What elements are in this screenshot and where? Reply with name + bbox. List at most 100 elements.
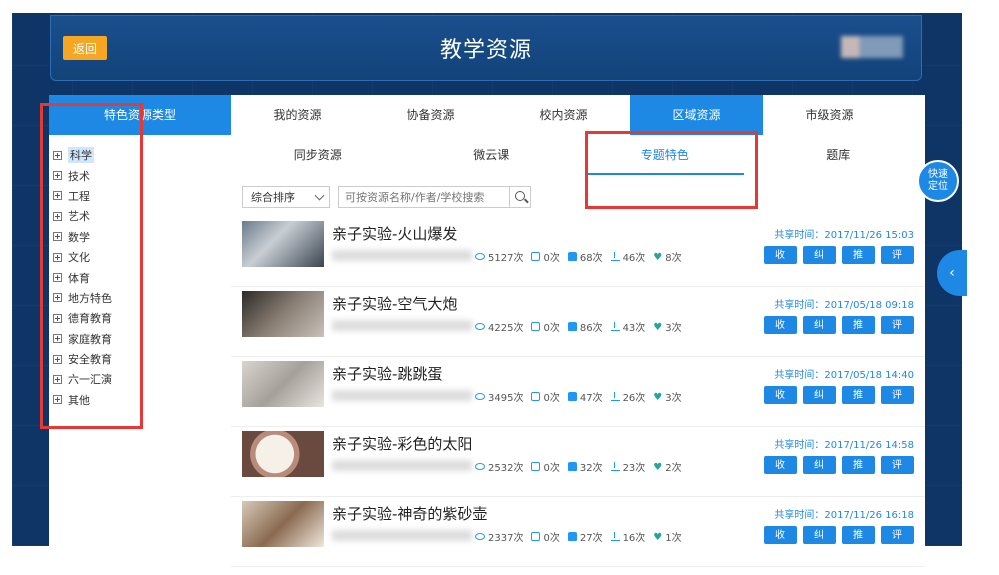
subtab-2[interactable]: 专题特色: [578, 135, 752, 175]
action-button-0[interactable]: 收藏: [764, 526, 797, 559]
sidebar-item[interactable]: 其他: [49, 390, 230, 410]
action-button-3[interactable]: 评论: [881, 316, 914, 349]
resource-thumbnail[interactable]: [242, 221, 324, 267]
sidebar-item-label: 地方特色: [68, 291, 112, 305]
action-button-1[interactable]: 纠错: [803, 246, 836, 279]
sidebar-item[interactable]: 科学: [49, 145, 230, 165]
resource-title[interactable]: 亲子实验-跳跳蛋: [332, 363, 442, 384]
tab-2[interactable]: 协备资源: [364, 95, 497, 135]
resource-title[interactable]: 亲子实验-彩色的太阳: [332, 433, 472, 454]
like-count: 68次: [579, 253, 603, 264]
resource-title[interactable]: 亲子实验-空气大炮: [332, 293, 457, 314]
action-buttons: 收藏 纠错 推荐 评论: [758, 456, 914, 489]
avatar[interactable]: [841, 36, 903, 58]
download-count: 46次: [622, 253, 646, 264]
resource-title[interactable]: 亲子实验-神奇的紫砂壶: [332, 503, 487, 524]
resource-thumbnail[interactable]: [242, 501, 324, 547]
sidebar-item[interactable]: 家庭教育: [49, 329, 230, 349]
action-buttons: 收藏 纠错 推荐 评论: [758, 526, 914, 559]
expand-plus-icon[interactable]: [53, 334, 62, 344]
sidebar-item-label: 其他: [68, 393, 90, 407]
action-button-1[interactable]: 纠错: [803, 456, 836, 489]
favorite-count: 2次: [665, 463, 682, 474]
sidebar-item[interactable]: 德育教育: [49, 308, 230, 328]
expand-plus-icon[interactable]: [53, 395, 62, 405]
search-icon[interactable]: [509, 186, 531, 208]
expand-plus-icon[interactable]: [53, 354, 62, 364]
tab-4[interactable]: 区域资源: [630, 95, 763, 135]
list-item[interactable]: 亲子实验-空气大炮 4225次 0次 86次 43次 ♥ 3次 共享时间：2017/05/18…: [231, 287, 925, 357]
resource-thumbnail[interactable]: [242, 361, 324, 407]
resource-stats: 2532次 0次 32次 23次 ♥ 2次: [475, 459, 690, 474]
action-button-1[interactable]: 纠错: [803, 316, 836, 349]
expand-plus-icon[interactable]: [53, 273, 62, 283]
check-count: 0次: [543, 533, 560, 544]
list-item[interactable]: 亲子实验-跳跳蛋 3495次 0次 47次 26次 ♥ 3次 共享时间：2017/05/18 …: [231, 357, 925, 427]
action-button-2[interactable]: 推荐: [842, 386, 875, 419]
expand-plus-icon[interactable]: [53, 374, 62, 384]
resource-thumbnail[interactable]: [242, 291, 324, 337]
sub-tab-bar: 同步资源 微云课 专题特色 题库: [231, 135, 925, 175]
search-input[interactable]: [338, 186, 510, 208]
sort-label: 综合排序: [251, 191, 295, 204]
action-button-0[interactable]: 收藏: [764, 456, 797, 489]
sidebar-item-label: 工程: [68, 189, 90, 203]
tab-5[interactable]: 市级资源: [763, 95, 896, 135]
expand-plus-icon[interactable]: [53, 191, 62, 201]
check-count: 0次: [543, 393, 560, 404]
action-button-1[interactable]: 纠错: [803, 526, 836, 559]
sort-select[interactable]: 综合排序: [242, 186, 330, 208]
action-button-2[interactable]: 推荐: [842, 316, 875, 349]
tab-0[interactable]: 特色资源类型: [49, 95, 231, 135]
sidebar-item[interactable]: 安全教育: [49, 349, 230, 369]
download-icon: [610, 252, 620, 261]
quick-locate-button[interactable]: 快速 定位: [917, 160, 959, 202]
thumbs-up-icon: [567, 392, 577, 401]
subtab-3[interactable]: 题库: [752, 135, 926, 175]
action-button-3[interactable]: 评论: [881, 386, 914, 419]
action-button-2[interactable]: 推荐: [842, 526, 875, 559]
sidebar-item[interactable]: 六一汇演: [49, 369, 230, 389]
view-count: 4225次: [488, 323, 524, 334]
expand-plus-icon[interactable]: [53, 313, 62, 323]
sidebar-item[interactable]: 地方特色: [49, 288, 230, 308]
check-icon: [531, 392, 541, 401]
expand-plus-icon[interactable]: [53, 211, 62, 221]
resource-thumbnail[interactable]: [242, 431, 324, 477]
resource-title[interactable]: 亲子实验-火山爆发: [332, 223, 457, 244]
expand-plus-icon[interactable]: [53, 150, 62, 160]
expand-plus-icon[interactable]: [53, 293, 62, 303]
chevron-down-icon: [314, 190, 325, 201]
sidebar-item[interactable]: 艺术: [49, 206, 230, 226]
list-item[interactable]: 亲子实验-神奇的紫砂壶 2337次 0次 27次 16次 ♥ 1次 共享时间：2017/11/…: [231, 497, 925, 567]
action-button-1[interactable]: 纠错: [803, 386, 836, 419]
tab-1[interactable]: 我的资源: [231, 95, 364, 135]
list-item[interactable]: 亲子实验-火山爆发 5127次 0次 68次 46次 ♥ 8次 共享时间：2017/11/26…: [231, 217, 925, 287]
tab-3[interactable]: 校内资源: [497, 95, 630, 135]
subtab-0[interactable]: 同步资源: [231, 135, 405, 175]
sidebar-item[interactable]: 文化: [49, 247, 230, 267]
action-button-3[interactable]: 评论: [881, 456, 914, 489]
action-button-0[interactable]: 收藏: [764, 316, 797, 349]
action-button-2[interactable]: 推荐: [842, 246, 875, 279]
action-button-3[interactable]: 评论: [881, 246, 914, 279]
author-info-blurred: [332, 460, 472, 471]
list-item[interactable]: 亲子实验-彩色的太阳 2532次 0次 32次 23次 ♥ 2次 共享时间：2017/11/2…: [231, 427, 925, 497]
action-buttons: 收藏 纠错 推荐 评论: [758, 386, 914, 419]
expand-plus-icon[interactable]: [53, 252, 62, 262]
action-button-0[interactable]: 收藏: [764, 386, 797, 419]
action-button-3[interactable]: 评论: [881, 526, 914, 559]
sidebar-item[interactable]: 技术: [49, 165, 230, 185]
sidebar-item[interactable]: 数学: [49, 227, 230, 247]
expand-plus-icon[interactable]: [53, 171, 62, 181]
main-panel: 特色资源类型 我的资源 协备资源 校内资源 区域资源 市级资源 科学 技术工程艺术 数学 文化体…: [49, 95, 925, 567]
expand-plus-icon[interactable]: [53, 232, 62, 242]
action-button-0[interactable]: 收藏: [764, 246, 797, 279]
sidebar-item-label: 德育教育: [68, 312, 112, 326]
view-count: 2532次: [488, 463, 524, 474]
action-button-2[interactable]: 推荐: [842, 456, 875, 489]
sidebar-item[interactable]: 体育: [49, 267, 230, 287]
subtab-1[interactable]: 微云课: [405, 135, 579, 175]
sidebar-item[interactable]: 工程: [49, 186, 230, 206]
sidebar-item-label: 家庭教育: [68, 332, 112, 346]
